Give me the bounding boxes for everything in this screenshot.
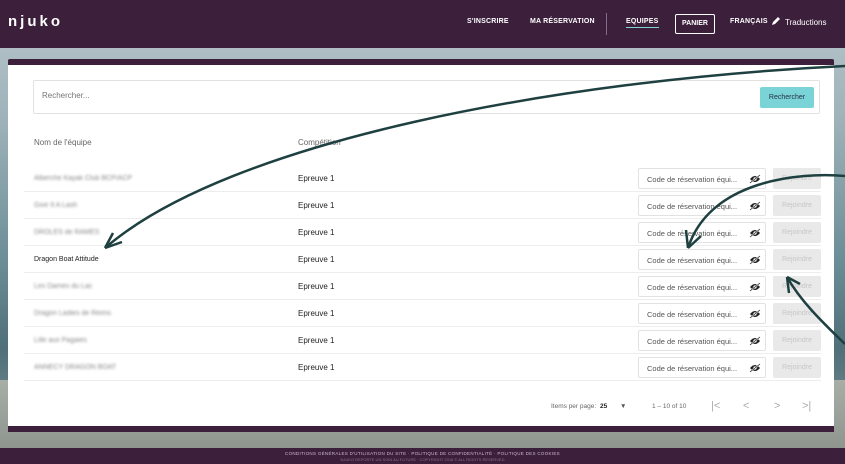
last-page-icon[interactable]: >| <box>802 400 811 412</box>
pagination-range: 1 – 10 of 10 <box>652 403 687 410</box>
previous-page-icon[interactable]: < <box>743 400 749 412</box>
next-page-icon[interactable]: > <box>774 400 780 412</box>
nav-teams[interactable]: EQUIPES <box>626 18 659 28</box>
table-row: Give It A Lash Epreuve 1 Code de réservati… <box>24 192 821 219</box>
footer-copyright: NJUKO REPORTE UN SOIN AU FUTURE · COPYRI… <box>340 457 505 462</box>
team-name: Les Dames du Lac <box>34 283 93 290</box>
footer-links[interactable]: CONDITIONS GÉNÉRALES D'UTILISATION DU SI… <box>0 451 845 456</box>
table-row: Alberche Kayak Club BCP/ACP Epreuve 1 Code… <box>24 165 821 192</box>
reservation-code-placeholder: Code de réservation équi... <box>647 283 738 292</box>
team-name: Lille aux Pagaies <box>34 337 87 344</box>
eye-slash-icon[interactable] <box>749 255 761 265</box>
language-selector[interactable]: FRANÇAIS <box>730 18 768 25</box>
column-header-competition: Compétition <box>298 138 341 147</box>
reservation-code-field[interactable]: Code de réservation équi... <box>638 330 766 351</box>
reservation-code-field[interactable]: Code de réservation équi... <box>638 276 766 297</box>
table-row: Lille aux Pagaies Epreuve 1 Code de réserv… <box>24 327 821 354</box>
join-button[interactable]: Rejoindre <box>773 303 821 324</box>
competition-name: Epreuve 1 <box>298 282 335 291</box>
join-button[interactable]: Rejoindre <box>773 195 821 216</box>
reservation-code-field[interactable]: Code de réservation équi... <box>638 222 766 243</box>
team-name: ANNECY DRAGON BOAT <box>34 364 117 371</box>
reservation-code-placeholder: Code de réservation équi... <box>647 256 738 265</box>
footer: CONDITIONS GÉNÉRALES D'UTILISATION DU SI… <box>0 448 845 464</box>
reservation-code-field[interactable]: Code de réservation équi... <box>638 168 766 189</box>
column-header-team-name: Nom de l'équipe <box>34 138 92 147</box>
table-row: ANNECY DRAGON BOAT Epreuve 1 Code de réser… <box>24 354 821 381</box>
first-page-icon[interactable]: |< <box>711 400 720 412</box>
table-row: Les Dames du Lac Epreuve 1 Code de réserva… <box>24 273 821 300</box>
njuko-logo[interactable]: njuko <box>8 13 63 30</box>
reservation-code-placeholder: Code de réservation équi... <box>647 202 738 211</box>
items-per-page-select[interactable]: 25 <box>600 403 607 410</box>
search-box: Rechercher <box>33 80 820 114</box>
nav-signup[interactable]: S'INSCRIRE <box>467 18 509 25</box>
team-name: Dragon Boat Attitude <box>34 256 99 263</box>
reservation-code-field[interactable]: Code de réservation équi... <box>638 195 766 216</box>
competition-name: Epreuve 1 <box>298 336 335 345</box>
eye-slash-icon[interactable] <box>749 174 761 184</box>
reservation-code-placeholder: Code de réservation équi... <box>647 337 738 346</box>
competition-name: Epreuve 1 <box>298 201 335 210</box>
competition-name: Epreuve 1 <box>298 309 335 318</box>
competition-name: Epreuve 1 <box>298 228 335 237</box>
reservation-code-field[interactable]: Code de réservation équi... <box>638 357 766 378</box>
items-per-page-label: Items per page: <box>551 403 597 410</box>
table-row: DROLES de RAMES Epreuve 1 Code de réservat… <box>24 219 821 246</box>
reservation-code-placeholder: Code de réservation équi... <box>647 310 738 319</box>
join-button[interactable]: Rejoindre <box>773 222 821 243</box>
top-navigation-bar: njuko S'INSCRIRE MA RÉSERVATION EQUIPES … <box>0 0 845 48</box>
reservation-code-placeholder: Code de réservation équi... <box>647 229 738 238</box>
eye-slash-icon[interactable] <box>749 309 761 319</box>
join-button[interactable]: Rejoindre <box>773 276 821 297</box>
join-button[interactable]: Rejoindre <box>773 168 821 189</box>
eye-slash-icon[interactable] <box>749 201 761 211</box>
pencil-icon <box>772 17 780 25</box>
competition-name: Epreuve 1 <box>298 255 335 264</box>
search-button[interactable]: Rechercher <box>760 87 814 108</box>
search-input[interactable] <box>42 91 642 100</box>
join-button[interactable]: Rejoindre <box>773 357 821 378</box>
join-button[interactable]: Rejoindre <box>773 249 821 270</box>
team-name: Dragon Ladies de Reims <box>34 310 112 317</box>
competition-name: Epreuve 1 <box>298 174 335 183</box>
team-name: Give It A Lash <box>34 202 78 209</box>
translations-link[interactable]: Traductions <box>785 18 827 27</box>
team-name: Alberche Kayak Club BCP/ACP <box>34 175 133 182</box>
eye-slash-icon[interactable] <box>749 363 761 373</box>
eye-slash-icon[interactable] <box>749 228 761 238</box>
dropdown-caret-icon[interactable]: ▼ <box>620 403 626 410</box>
table-row: Dragon Ladies de Reims Epreuve 1 Code de r… <box>24 300 821 327</box>
competition-name: Epreuve 1 <box>298 363 335 372</box>
reservation-code-placeholder: Code de réservation équi... <box>647 364 738 373</box>
nav-divider <box>606 13 607 35</box>
eye-slash-icon[interactable] <box>749 282 761 292</box>
nav-my-reservation[interactable]: MA RÉSERVATION <box>530 18 595 25</box>
reservation-code-field[interactable]: Code de réservation équi... <box>638 303 766 324</box>
team-name: DROLES de RAMES <box>34 229 100 236</box>
table-row: Dragon Boat Attitude Epreuve 1 Code de rés… <box>24 246 821 273</box>
reservation-code-placeholder: Code de réservation équi... <box>647 175 738 184</box>
cart-button[interactable]: PANIER <box>675 14 715 34</box>
reservation-code-field[interactable]: Code de réservation équi... <box>638 249 766 270</box>
join-button[interactable]: Rejoindre <box>773 330 821 351</box>
eye-slash-icon[interactable] <box>749 336 761 346</box>
card-bottom-border <box>8 426 834 432</box>
